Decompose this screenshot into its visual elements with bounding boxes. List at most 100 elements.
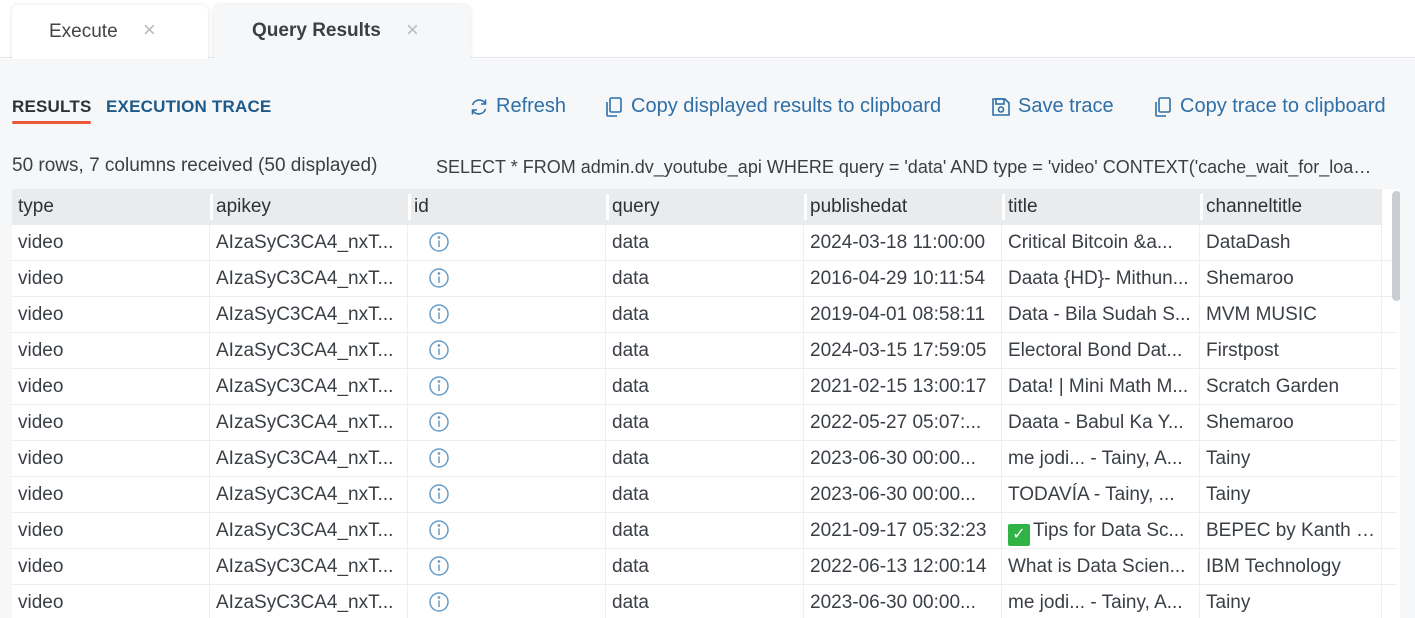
info-icon[interactable] xyxy=(428,304,450,330)
column-header[interactable]: title xyxy=(1002,189,1200,225)
cell-apikey: AIzaSyC3CA4_nxT... xyxy=(210,513,408,549)
cell-title: TODAVÍA - Tainy, ... xyxy=(1002,477,1200,513)
cell-apikey: AIzaSyC3CA4_nxT... xyxy=(210,549,408,585)
cell-query: data xyxy=(606,441,804,477)
results-panel: RESULTS EXECUTION TRACE Refresh Copy dis… xyxy=(0,59,1415,618)
check-mark-icon: ✓ xyxy=(1008,524,1030,546)
copy-icon xyxy=(606,96,622,117)
close-icon[interactable]: × xyxy=(406,17,419,43)
cell-title: What is Data Scien... xyxy=(1002,549,1200,585)
copy-trace-button[interactable]: Copy trace to clipboard xyxy=(1152,95,1386,118)
cell-publishedat: 2023-06-30 00:00... xyxy=(804,585,1002,618)
cell-publishedat: 2019-04-01 08:58:11 xyxy=(804,297,1002,333)
cell-title: Critical Bitcoin &a... xyxy=(1002,225,1200,261)
copy-results-button[interactable]: Copy displayed results to clipboard xyxy=(603,95,941,118)
table-row[interactable]: video AIzaSyC3CA4_nxT... data 2024-03-15 17… xyxy=(12,333,1397,369)
refresh-button[interactable]: Refresh xyxy=(468,95,566,118)
column-header[interactable]: channeltitle xyxy=(1200,189,1382,225)
refresh-label: Refresh xyxy=(496,95,567,117)
cell-apikey: AIzaSyC3CA4_nxT... xyxy=(210,441,408,477)
results-summary: 50 rows, 7 columns received (50 displaye… xyxy=(12,155,378,176)
cell-id xyxy=(408,549,606,585)
info-icon[interactable] xyxy=(428,592,450,618)
cell-type: video xyxy=(12,549,210,585)
cell-title-text: What is Data Scien... xyxy=(1008,556,1186,577)
results-table: type apikey id query publishedat title c… xyxy=(12,189,1400,618)
table-row[interactable]: video AIzaSyC3CA4_nxT... data 2024-03-18 11… xyxy=(12,225,1397,261)
cell-title-text: TODAVÍA - Tainy, ... xyxy=(1008,484,1175,505)
cell-apikey: AIzaSyC3CA4_nxT... xyxy=(210,261,408,297)
cell-publishedat: 2021-09-17 05:32:23 xyxy=(804,513,1002,549)
cell-channeltitle: Tainy xyxy=(1200,585,1382,618)
table-row[interactable]: video AIzaSyC3CA4_nxT... data 2022-05-27 05… xyxy=(12,405,1397,441)
cell-query: data xyxy=(606,225,804,261)
cell-channeltitle: Tainy xyxy=(1200,441,1382,477)
column-header[interactable]: query xyxy=(606,189,804,225)
cell-channeltitle: IBM Technology xyxy=(1200,549,1382,585)
column-header[interactable]: apikey xyxy=(210,189,408,225)
cell-title-text: Tips for Data Sc... xyxy=(1033,520,1185,541)
vertical-scrollbar[interactable] xyxy=(1392,191,1400,301)
close-icon[interactable]: × xyxy=(143,17,156,43)
info-icon[interactable] xyxy=(428,232,450,258)
info-icon[interactable] xyxy=(428,268,450,294)
cell-title-text: Daata - Babul Ka Y... xyxy=(1008,412,1184,433)
tab-execute[interactable]: Execute × xyxy=(12,5,208,59)
cell-type: video xyxy=(12,405,210,441)
cell-id xyxy=(408,513,606,549)
cell-publishedat: 2022-06-13 12:00:14 xyxy=(804,549,1002,585)
cell-apikey: AIzaSyC3CA4_nxT... xyxy=(210,585,408,618)
cell-query: data xyxy=(606,261,804,297)
tab-query-results-label: Query Results xyxy=(252,20,381,41)
cell-id xyxy=(408,297,606,333)
info-icon[interactable] xyxy=(428,376,450,402)
info-icon[interactable] xyxy=(428,340,450,366)
info-icon[interactable] xyxy=(428,556,450,582)
cell-title: me jodi... - Tainy, A... xyxy=(1002,585,1200,618)
cell-publishedat: 2023-06-30 00:00... xyxy=(804,477,1002,513)
column-header[interactable]: type xyxy=(12,189,210,225)
cell-id xyxy=(408,261,606,297)
column-header[interactable]: publishedat xyxy=(804,189,1002,225)
info-icon[interactable] xyxy=(428,484,450,510)
cell-apikey: AIzaSyC3CA4_nxT... xyxy=(210,333,408,369)
cell-title-text: Electoral Bond Dat... xyxy=(1008,340,1183,361)
cell-id xyxy=(408,225,606,261)
subtab-execution-trace[interactable]: EXECUTION TRACE xyxy=(106,97,271,117)
cell-query: data xyxy=(606,585,804,618)
subtab-results[interactable]: RESULTS xyxy=(12,97,92,124)
cell-query: data xyxy=(606,333,804,369)
cell-type: video xyxy=(12,477,210,513)
cell-title-text: me jodi... - Tainy, A... xyxy=(1008,592,1183,613)
cell-id xyxy=(408,477,606,513)
info-icon[interactable] xyxy=(428,448,450,474)
table-row[interactable]: video AIzaSyC3CA4_nxT... data 2019-04-01 08… xyxy=(12,297,1397,333)
table-row[interactable]: video AIzaSyC3CA4_nxT... data 2023-06-30 00… xyxy=(12,477,1397,513)
table-row[interactable]: video AIzaSyC3CA4_nxT... data 2023-06-30 00… xyxy=(12,585,1397,618)
table-row[interactable]: video AIzaSyC3CA4_nxT... data 2023-06-30 00… xyxy=(12,441,1397,477)
table-row[interactable]: video AIzaSyC3CA4_nxT... data 2021-02-15 13… xyxy=(12,369,1397,405)
cell-apikey: AIzaSyC3CA4_nxT... xyxy=(210,477,408,513)
cell-title: Data - Bila Sudah S... xyxy=(1002,297,1200,333)
column-header[interactable]: id xyxy=(408,189,606,225)
info-icon[interactable] xyxy=(428,520,450,546)
cell-title: me jodi... - Tainy, A... xyxy=(1002,441,1200,477)
cell-channeltitle: MVM MUSIC xyxy=(1200,297,1382,333)
info-icon[interactable] xyxy=(428,412,450,438)
table-header: type apikey id query publishedat title c… xyxy=(12,189,1382,225)
cell-query: data xyxy=(606,297,804,333)
cell-id xyxy=(408,441,606,477)
cell-type: video xyxy=(12,585,210,618)
cell-type: video xyxy=(12,333,210,369)
cell-publishedat: 2016-04-29 10:11:54 xyxy=(804,261,1002,297)
cell-channeltitle: BEPEC by Kanth - ... xyxy=(1200,513,1382,549)
tab-query-results[interactable]: Query Results × xyxy=(214,5,470,59)
table-row[interactable]: video AIzaSyC3CA4_nxT... data 2016-04-29 10… xyxy=(12,261,1397,297)
cell-channeltitle: DataDash xyxy=(1200,225,1382,261)
save-trace-button[interactable]: Save trace xyxy=(990,95,1114,118)
table-row[interactable]: video AIzaSyC3CA4_nxT... data 2022-06-13 12… xyxy=(12,549,1397,585)
cell-title: Daata - Babul Ka Y... xyxy=(1002,405,1200,441)
table-row[interactable]: video AIzaSyC3CA4_nxT... data 2021-09-17 05… xyxy=(12,513,1397,549)
cell-apikey: AIzaSyC3CA4_nxT... xyxy=(210,297,408,333)
cell-query: data xyxy=(606,513,804,549)
